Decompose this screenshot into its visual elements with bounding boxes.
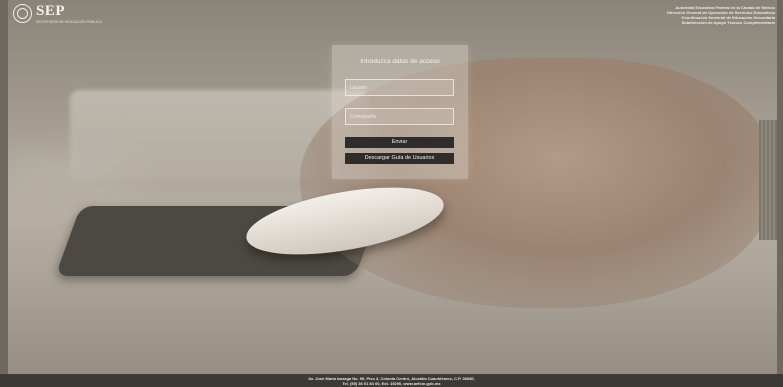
login-panel: Introduzca datos de acceso Enviar Descar… [332, 45, 468, 179]
logo-text: SEP [36, 3, 66, 19]
institution-line: Subdirección de Apoyo Técnico Complement… [681, 20, 775, 25]
login-title: Introduzca datos de acceso [360, 58, 440, 65]
seal-icon [13, 4, 32, 23]
footer: Av. José María Izazaga No. 99, Piso 3, C… [0, 374, 783, 387]
institution-header: Autoridad Educativa Federal en la Ciudad… [667, 5, 775, 25]
password-input[interactable] [345, 108, 454, 125]
footer-contact: Tel. (55) 36 01 84 00, Ext. 19290, www.a… [342, 381, 441, 386]
logo-subtitle: SECRETARÍA DE EDUCACIÓN PÚBLICA [36, 20, 102, 24]
username-input[interactable] [345, 79, 454, 96]
submit-button[interactable]: Enviar [345, 137, 454, 148]
background-sleeve [759, 120, 777, 240]
left-frame [0, 0, 8, 387]
right-frame [777, 0, 783, 387]
sep-logo: SEP SECRETARÍA DE EDUCACIÓN PÚBLICA [13, 4, 102, 24]
download-guide-button[interactable]: Descargar Guía de Usuarios [345, 153, 454, 164]
